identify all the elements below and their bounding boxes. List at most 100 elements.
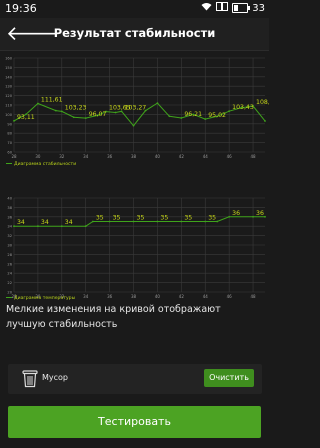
x-tick-label: 36 bbox=[107, 154, 113, 159]
stability-chart: 60 70 80 90 100 110 120 130 140 150 160 28 30 32 34 36 3… bbox=[0, 54, 269, 170]
status-time: 19:36 bbox=[5, 2, 37, 15]
y-tick-label: 38 bbox=[7, 206, 12, 210]
x-tick-label: 46 bbox=[227, 294, 233, 299]
data-point bbox=[252, 215, 254, 218]
data-label: 35 bbox=[208, 215, 216, 222]
stability-chart-svg: 6070809010011012013014015016028 30 32 34 36 3… bbox=[5, 57, 269, 168]
data-point bbox=[168, 115, 171, 118]
data-label: 35 bbox=[160, 215, 168, 222]
x-tick-label: 42 bbox=[179, 294, 185, 299]
x-tick-label: 40 bbox=[155, 154, 161, 159]
x-tick-label: 34 bbox=[83, 154, 89, 159]
wifi-icon bbox=[201, 2, 212, 14]
x-tick-label: 30 bbox=[35, 154, 41, 159]
x-tick-label: 28 bbox=[11, 154, 17, 159]
y-tick-label: 40 bbox=[7, 197, 12, 201]
x-tick-label: 48 bbox=[251, 294, 257, 299]
data-point bbox=[228, 110, 231, 113]
y-tick-label: 90 bbox=[7, 122, 12, 126]
legend-label: Диаграмма стабильности bbox=[14, 161, 76, 167]
battery-level: 33 bbox=[252, 2, 265, 14]
data-point bbox=[108, 220, 111, 223]
data-point bbox=[156, 220, 159, 223]
data-label: 34 bbox=[41, 219, 49, 226]
data-label: 103,23 bbox=[65, 104, 87, 111]
data-point bbox=[180, 117, 183, 119]
data-label: 35 bbox=[113, 215, 121, 222]
y-tick-label: 130 bbox=[5, 85, 13, 89]
data-label: 36 bbox=[256, 210, 264, 217]
y-tick-label: 36 bbox=[7, 215, 12, 219]
x-tick-label: 44 bbox=[203, 154, 209, 159]
y-tick-label: 100 bbox=[5, 113, 13, 117]
data-point bbox=[13, 225, 15, 228]
y-tick-label: 80 bbox=[7, 132, 12, 136]
data-label: 108,91 bbox=[256, 99, 269, 106]
x-tick-label: 46 bbox=[227, 154, 233, 159]
data-label: 34 bbox=[17, 219, 25, 226]
data-point bbox=[37, 225, 39, 228]
x-tick-label: 36 bbox=[107, 294, 113, 299]
x-tick-label: 38 bbox=[131, 154, 137, 159]
trash-label: Мусор bbox=[42, 373, 69, 382]
data-point bbox=[156, 102, 159, 105]
data-label: 103,27 bbox=[125, 104, 147, 111]
y-tick-label: 160 bbox=[5, 57, 13, 61]
status-bar: 19:36 33 bbox=[0, 0, 269, 18]
y-tick-label: 28 bbox=[7, 253, 12, 257]
data-label: 103,43 bbox=[232, 104, 254, 111]
dual-sim-icon bbox=[216, 2, 229, 14]
battery-icon bbox=[232, 3, 251, 13]
data-label: 34 bbox=[65, 219, 73, 226]
y-tick-label: 34 bbox=[7, 225, 12, 229]
data-label: 96,21 bbox=[184, 111, 202, 118]
y-tick-label: 32 bbox=[7, 234, 12, 238]
data-point bbox=[60, 110, 63, 113]
trash-bin-icon bbox=[22, 370, 38, 388]
y-tick-label: 120 bbox=[5, 94, 13, 98]
test-button[interactable]: Тестировать bbox=[8, 406, 261, 438]
y-tick-label: 24 bbox=[7, 272, 12, 276]
temperature-chart-svg: 202224262830323436384028 30 32 34 36 38 40 42 44… bbox=[6, 197, 266, 301]
data-point bbox=[84, 117, 87, 119]
data-point bbox=[180, 220, 183, 223]
y-tick-label: 110 bbox=[5, 104, 13, 108]
data-label: 35 bbox=[137, 215, 145, 222]
data-point bbox=[132, 124, 135, 127]
page-title: Результат стабильности bbox=[53, 26, 216, 40]
app-header: 🡐 Результат стабильности bbox=[0, 18, 269, 51]
x-tick-label: 38 bbox=[131, 294, 137, 299]
data-point bbox=[72, 116, 75, 119]
data-label: 95,02 bbox=[208, 112, 226, 119]
y-tick-label: 150 bbox=[5, 66, 13, 70]
data-point bbox=[264, 215, 266, 218]
y-tick-label: 26 bbox=[7, 262, 12, 266]
data-label: 35 bbox=[96, 215, 104, 222]
clear-button[interactable]: Очистить bbox=[204, 369, 254, 387]
data-point bbox=[114, 111, 117, 114]
data-label: 96,07 bbox=[89, 111, 107, 118]
stability-note: Мелкие изменения на кривой отображают лу… bbox=[6, 304, 221, 330]
y-tick-label: 30 bbox=[7, 244, 12, 248]
data-point bbox=[91, 220, 94, 223]
data-point bbox=[37, 102, 39, 105]
data-point bbox=[132, 220, 135, 223]
x-tick-label: 34 bbox=[83, 294, 89, 299]
data-point bbox=[54, 109, 57, 112]
y-tick-label: 22 bbox=[7, 281, 12, 285]
y-tick-label: 70 bbox=[7, 141, 12, 145]
temperature-chart: 20 22 24 26 28 30 32 34 36 38 40 28 30 32 34 36 38 40 42 44… bbox=[0, 170, 269, 302]
data-point bbox=[204, 220, 207, 223]
data-point bbox=[204, 118, 207, 120]
data-point bbox=[216, 220, 219, 223]
data-point bbox=[60, 225, 63, 228]
legend-label: Диаграмма температуры bbox=[14, 295, 76, 301]
x-tick-label: 42 bbox=[179, 154, 185, 159]
data-point bbox=[84, 225, 87, 228]
data-label: 111,61 bbox=[41, 96, 63, 103]
x-tick-label: 44 bbox=[203, 294, 209, 299]
data-label: 35 bbox=[184, 215, 192, 222]
x-tick-label: 48 bbox=[251, 154, 257, 159]
data-point bbox=[264, 120, 266, 122]
data-point bbox=[13, 119, 15, 122]
